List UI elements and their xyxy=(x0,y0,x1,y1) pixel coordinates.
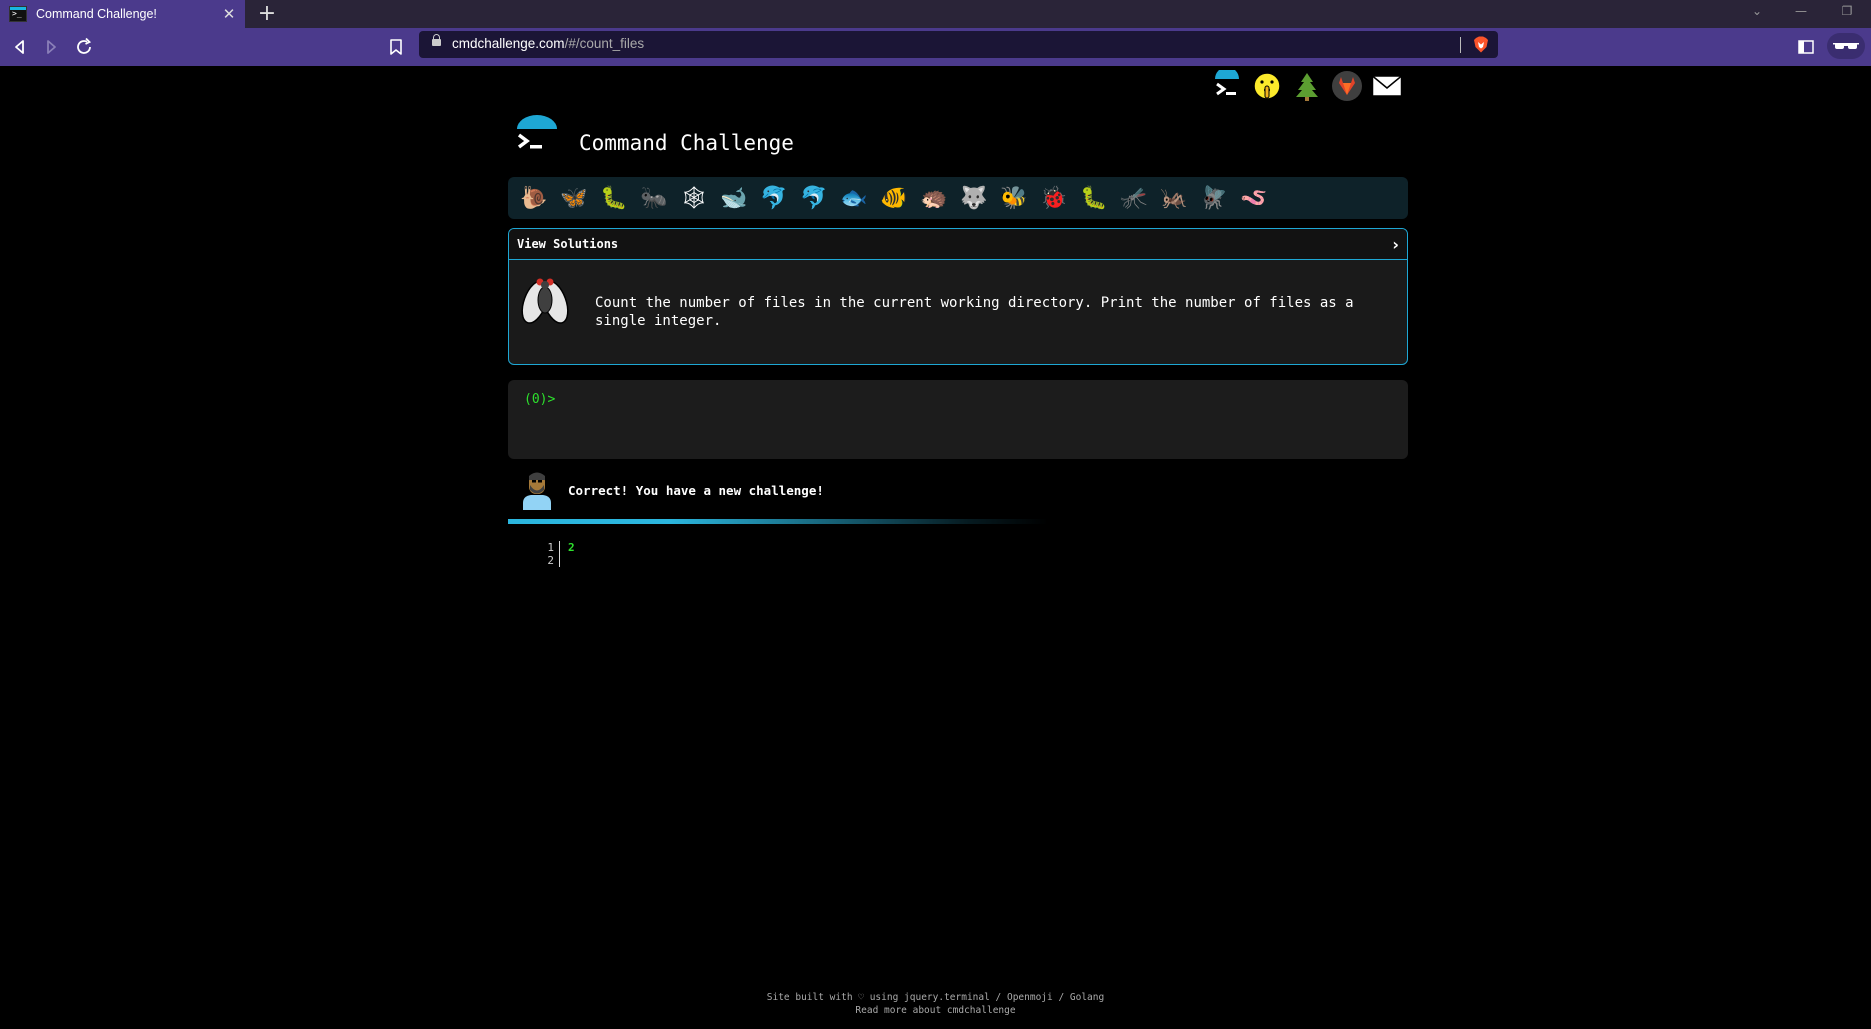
line-number: 2 xyxy=(547,554,554,567)
brave-shield-icon[interactable] xyxy=(1473,36,1489,53)
terminal-icon[interactable] xyxy=(1211,70,1243,102)
critter-icon[interactable]: 🐜 xyxy=(634,181,674,215)
new-tab-button[interactable]: + xyxy=(255,2,279,26)
challenge-box: View Solutions › Count the number of fil… xyxy=(508,228,1408,365)
critter-icon[interactable]: 🦗 xyxy=(1154,181,1194,215)
line-numbers: 1 2 xyxy=(540,541,554,567)
critter-icon[interactable]: 🐟 xyxy=(834,181,874,215)
address-bar[interactable]: cmdchallenge.com/#/count_files xyxy=(419,31,1498,58)
critter-icon[interactable]: 🪱 xyxy=(1234,181,1274,215)
tree-icon[interactable] xyxy=(1291,70,1323,102)
critter-icon[interactable]: 🕸 xyxy=(674,181,714,215)
bookmark-icon[interactable] xyxy=(385,36,407,58)
tab-search-chevron-icon[interactable]: ⌄ xyxy=(1747,4,1767,18)
line-number: 1 xyxy=(547,541,554,554)
browser-tabstrip: Command Challenge! ✕ + ⌄ — ❐ xyxy=(0,0,1871,28)
footer: Site built with ♡ using jquery.terminal … xyxy=(0,991,1871,1017)
feedback-message: Correct! You have a new challenge! xyxy=(568,482,824,498)
terminal-favicon-icon xyxy=(9,6,27,22)
private-window-badge[interactable] xyxy=(1827,33,1865,59)
feedback-row: Correct! You have a new challenge! xyxy=(520,470,824,510)
critter-icon[interactable]: 🐛 xyxy=(1074,181,1114,215)
envelope-icon[interactable] xyxy=(1371,70,1403,102)
critter-icon[interactable]: 🐌 xyxy=(514,181,554,215)
footer-credits: Site built with ♡ using jquery.terminal … xyxy=(766,992,1105,1003)
critter-icon[interactable]: 🐛 xyxy=(594,181,634,215)
tab-title: Command Challenge! xyxy=(36,7,157,21)
challenge-description: Count the number of files in the current… xyxy=(595,295,1354,329)
critter-icon[interactable]: 🐋 xyxy=(714,181,754,215)
challenge-body: Count the number of files in the current… xyxy=(509,260,1407,364)
critter-icon[interactable]: 🐠 xyxy=(874,181,914,215)
shushing-face-icon[interactable] xyxy=(1251,70,1283,102)
gitlab-icon[interactable] xyxy=(1331,70,1363,102)
restore-icon[interactable]: ❐ xyxy=(1837,4,1857,18)
view-solutions-link[interactable]: View Solutions xyxy=(517,237,618,251)
glasses-icon xyxy=(1833,43,1859,49)
minimize-icon[interactable]: — xyxy=(1791,4,1811,18)
progress-bar xyxy=(508,519,1048,524)
site-title[interactable]: Command Challenge xyxy=(579,131,794,155)
chevron-right-icon[interactable]: › xyxy=(1392,235,1399,254)
tab-close-icon[interactable]: ✕ xyxy=(219,5,239,23)
reload-icon[interactable] xyxy=(73,36,95,58)
terminal[interactable]: (0)> xyxy=(508,380,1408,459)
critter-icon[interactable]: 🐬 xyxy=(754,181,794,215)
sidebar-toggle-icon[interactable] xyxy=(1795,36,1817,58)
lock-icon xyxy=(432,34,441,46)
url-text: cmdchallenge.com/#/count_files xyxy=(452,36,645,51)
critter-icon[interactable]: 🦟 xyxy=(1114,181,1154,215)
back-icon[interactable] xyxy=(9,36,31,58)
challenge-critter-bar: 🐌 🦋 🐛 🐜 🕸 🐋 🐬 🐬 🐟 🐠 🦔 🐺 🐝 🐞 🐛 🦟 🦗 🪰 🪱 xyxy=(508,177,1408,219)
critter-icon[interactable]: 🐝 xyxy=(994,181,1034,215)
forward-icon[interactable] xyxy=(40,36,62,58)
challenge-header[interactable]: View Solutions › xyxy=(509,229,1407,260)
critter-icon[interactable]: 🐬 xyxy=(794,181,834,215)
fly-icon xyxy=(521,278,569,324)
critter-icon[interactable]: 🐞 xyxy=(1034,181,1074,215)
critter-icon[interactable]: 🦔 xyxy=(914,181,954,215)
output-text: 2 xyxy=(568,541,575,554)
read-more-link[interactable]: Read more about cmdchallenge xyxy=(855,1005,1015,1016)
gutter-divider xyxy=(559,541,560,567)
browser-toolbar: cmdchallenge.com/#/count_files xyxy=(0,28,1871,66)
site-logo-icon[interactable] xyxy=(516,115,558,159)
terminal-prompt: (0)> xyxy=(524,392,556,407)
critter-icon[interactable]: 🐺 xyxy=(954,181,994,215)
person-avatar-icon xyxy=(523,472,551,510)
browser-tab[interactable]: Command Challenge! ✕ xyxy=(0,0,245,28)
critter-icon[interactable]: 🦋 xyxy=(554,181,594,215)
top-icon-bar xyxy=(1211,70,1403,102)
url-divider xyxy=(1460,37,1461,53)
critter-icon[interactable]: 🪰 xyxy=(1194,181,1234,215)
